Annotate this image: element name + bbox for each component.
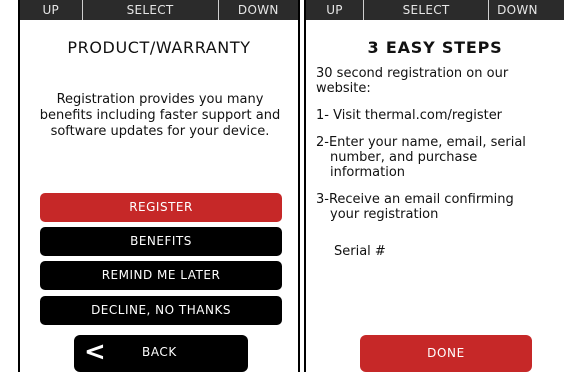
step-3-line-2: your registration	[330, 207, 439, 222]
remind-me-later-button[interactable]: REMIND ME LATER	[40, 261, 282, 290]
steps-content: 30 second registration on our website: 1…	[316, 66, 564, 271]
nav-down-button[interactable]: DOWN	[489, 0, 564, 20]
step-2-line-1: 2-Enter your name, email, serial	[316, 135, 526, 150]
step-2-text: 2-Enter your name, email, serial number,…	[316, 135, 564, 180]
top-nav-bar: UP SELECT DOWN	[306, 0, 564, 20]
step-3-text: 3-Receive an email confirming your regis…	[316, 192, 564, 222]
register-button[interactable]: REGISTER	[40, 193, 282, 222]
serial-number-label: Serial #	[334, 244, 386, 259]
nav-up-button[interactable]: UP	[20, 0, 82, 20]
top-nav-bar: UP SELECT DOWN	[20, 0, 298, 20]
back-button[interactable]: < BACK	[74, 335, 248, 372]
step-2-line-2: number, and purchase	[330, 150, 478, 165]
done-button[interactable]: DONE	[360, 335, 532, 372]
page-title: 3 EASY STEPS	[367, 38, 503, 57]
benefits-button[interactable]: BENEFITS	[40, 227, 282, 256]
easy-steps-screen: UP SELECT DOWN 3 EASY STEPS 30 second re…	[304, 0, 564, 372]
chevron-left-icon: <	[84, 337, 106, 367]
product-warranty-screen: UP SELECT DOWN PRODUCT/WARRANTY Registra…	[18, 0, 300, 372]
step-3-line-1: 3-Receive an email confirming	[316, 192, 514, 207]
page-title: PRODUCT/WARRANTY	[67, 38, 251, 57]
nav-up-button[interactable]: UP	[306, 0, 363, 20]
back-button-label: BACK	[142, 345, 177, 359]
step-2-line-3: information	[330, 165, 406, 180]
intro-text: 30 second registration on our website:	[316, 66, 509, 96]
nav-down-button[interactable]: DOWN	[219, 0, 298, 20]
nav-select-button[interactable]: SELECT	[363, 0, 490, 20]
app-screen: UP SELECT DOWN PRODUCT/WARRANTY Registra…	[0, 0, 564, 372]
nav-select-button[interactable]: SELECT	[81, 0, 219, 20]
decline-button[interactable]: DECLINE, NO THANKS	[40, 296, 282, 325]
step-1-text: 1- Visit thermal.com/register	[316, 108, 503, 123]
registration-description: Registration provides you many benefits …	[39, 92, 281, 139]
